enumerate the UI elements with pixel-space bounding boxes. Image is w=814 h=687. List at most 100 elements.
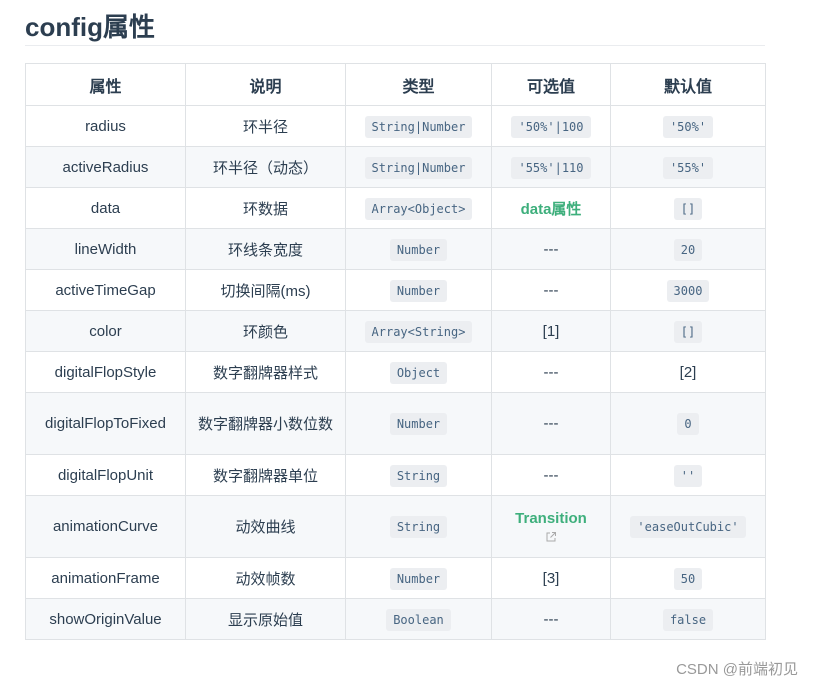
options-cell: --- [491,351,611,393]
type-cell: String|Number [345,105,492,147]
default-cell: false [610,598,766,640]
type-code: Object [389,361,448,384]
prop-cell: activeRadius [25,146,186,188]
desc-cell: 动效帧数 [185,557,346,599]
type-code: String [389,516,448,538]
type-code: String|Number [364,115,473,138]
default-cell: 20 [610,228,766,270]
prop-cell: lineWidth [25,228,186,270]
table-row: animationFrame 动效帧数 Number [3] 50 [25,557,766,599]
options-cell: --- [491,392,611,455]
page-title: config属性 [25,12,155,42]
default-cell: '50%' [610,105,766,147]
table-row: lineWidth 环线条宽度 Number --- 20 [25,228,766,270]
table-row: showOriginValue 显示原始值 Boolean --- false [25,598,766,640]
default-cell: [] [610,310,766,352]
type-cell: Boolean [345,598,492,640]
default-code: '50%' [662,115,714,138]
desc-cell: 环半径 [185,105,346,147]
desc-cell: 数字翻牌器单位 [185,454,346,496]
prop-cell: color [25,310,186,352]
type-cell: String [345,454,492,496]
type-cell: Array<Object> [345,187,492,229]
type-cell: Object [345,351,492,393]
desc-cell: 切换间隔(ms) [185,269,346,311]
default-cell: 50 [610,557,766,599]
default-code: false [662,608,714,631]
default-cell: 0 [610,392,766,455]
type-cell: Number [345,228,492,270]
options-code: '55%'|110 [511,156,591,179]
default-cell: [2] [610,351,766,393]
options-cell: '50%'|100 [491,105,611,147]
desc-cell: 环线条宽度 [185,228,346,270]
options-cell: Transition [491,495,611,558]
prop-cell: digitalFlopStyle [25,351,186,393]
options-cell: --- [491,598,611,640]
table-header-row: 属性 说明 类型 可选值 默认值 [25,63,766,106]
type-code: Number [389,413,448,435]
type-cell: Number [345,269,492,311]
external-link-icon [546,532,556,542]
header-prop: 属性 [25,63,186,106]
header-desc: 说明 [185,63,346,106]
header-type: 类型 [345,63,492,106]
header-options: 可选值 [491,63,611,106]
csdn-watermark: CSDN @前端初见 [676,661,798,678]
options-cell: [1] [491,310,611,352]
type-cell: Number [345,557,492,599]
header-default: 默认值 [610,63,766,106]
default-code: [] [673,320,703,343]
options-cell: --- [491,269,611,311]
table-row: color 环颜色 Array<String> [1] [] [25,310,766,352]
type-cell: Array<String> [345,310,492,352]
type-code: Boolean [386,608,451,631]
type-code: Number [389,279,448,302]
prop-cell: digitalFlopUnit [25,454,186,496]
prop-cell: animationCurve [25,495,186,558]
prop-cell: digitalFlopToFixed [25,392,186,455]
type-code: Array<Object> [364,197,473,220]
table-row: radius 环半径 String|Number '50%'|100 '50%' [25,105,766,147]
default-code: 50 [673,567,703,590]
desc-cell: 数字翻牌器样式 [185,351,346,393]
type-code: String [389,464,448,487]
options-code: '50%'|100 [511,115,591,138]
type-code: Number [389,238,448,261]
table-row: digitalFlopStyle 数字翻牌器样式 Object --- [2] [25,351,766,393]
default-code: [] [673,197,703,220]
default-code: 3000 [666,279,710,302]
type-cell: Number [345,392,492,455]
prop-cell: showOriginValue [25,598,186,640]
table-row: animationCurve 动效曲线 String Transition 'e… [25,495,766,558]
type-cell: String [345,495,492,558]
options-cell: --- [491,228,611,270]
default-code: 0 [677,413,699,435]
desc-cell: 显示原始值 [185,598,346,640]
type-cell: String|Number [345,146,492,188]
prop-cell: data [25,187,186,229]
desc-cell: 环颜色 [185,310,346,352]
table-row: activeTimeGap 切换间隔(ms) Number --- 3000 [25,269,766,311]
default-cell: 3000 [610,269,766,311]
type-code: String|Number [364,156,473,179]
table-row: digitalFlopToFixed 数字翻牌器小数位数 Number --- … [25,392,766,455]
desc-cell: 环半径（动态） [185,146,346,188]
type-code: Array<String> [364,320,473,343]
default-code: '' [673,464,703,487]
table-row: data 环数据 Array<Object> data属性 [] [25,187,766,229]
options-cell: data属性 [491,187,611,229]
prop-cell: activeTimeGap [25,269,186,311]
default-code: '55%' [662,156,714,179]
data-attr-link[interactable]: data属性 [521,201,582,218]
options-cell: [3] [491,557,611,599]
default-cell: 'easeOutCubic' [610,495,766,558]
transition-link[interactable]: Transition [515,510,587,527]
config-table: 属性 说明 类型 可选值 默认值 radius 环半径 String|Numbe… [25,63,766,640]
default-cell: [] [610,187,766,229]
default-cell: '55%' [610,146,766,188]
desc-cell: 动效曲线 [185,495,346,558]
desc-cell: 环数据 [185,187,346,229]
prop-cell: animationFrame [25,557,186,599]
options-cell: --- [491,454,611,496]
